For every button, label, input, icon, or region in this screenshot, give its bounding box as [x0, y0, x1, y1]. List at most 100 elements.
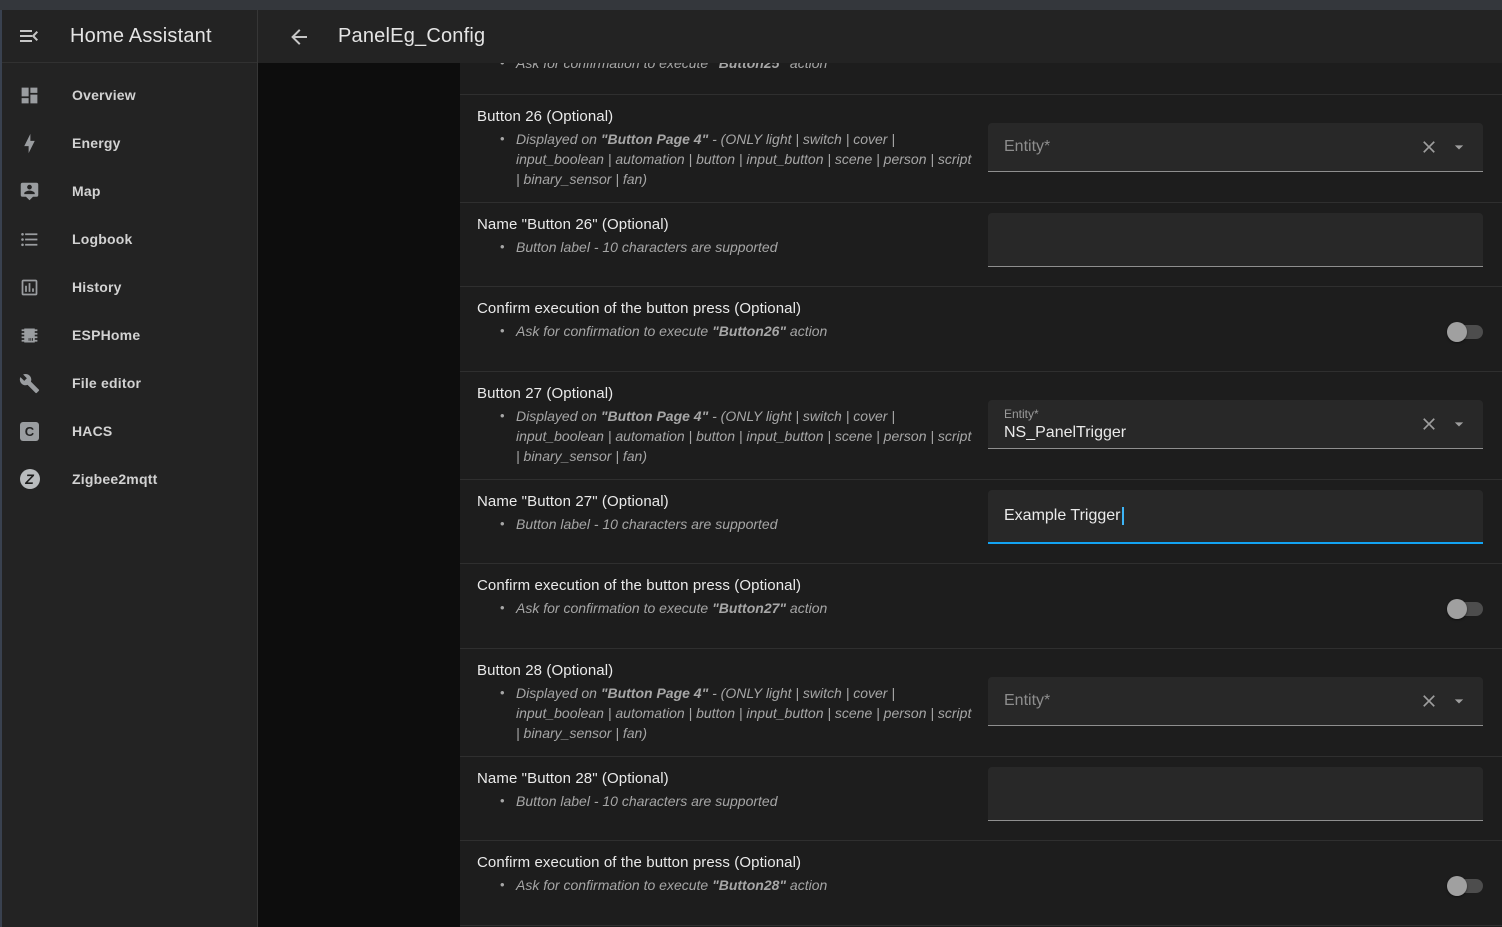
row-title: Confirm execution of the button press (O…	[477, 300, 974, 317]
sidebar-item-map[interactable]: Map	[0, 167, 257, 215]
row-title: Button 27 (Optional)	[477, 385, 974, 402]
row-description: Button label - 10 characters are support…	[477, 237, 974, 257]
config-row-button28-name: Name "Button 28" (Optional) Button label…	[460, 757, 1502, 841]
clear-icon[interactable]	[1419, 691, 1439, 711]
toggle-thumb[interactable]	[1447, 322, 1467, 342]
sidebar-item-hacs[interactable]: C HACS	[0, 407, 257, 455]
clear-icon[interactable]	[1419, 414, 1439, 434]
sidebar-item-logbook[interactable]: Logbook	[0, 215, 257, 263]
arrow-left-icon[interactable]	[287, 25, 311, 49]
row-text: Name "Button 28" (Optional) Button label…	[477, 757, 988, 840]
sidebar-item-zigbee2mqtt[interactable]: Z Zigbee2mqtt	[0, 455, 257, 503]
sidebar-item-esphome[interactable]: ESPHome	[0, 311, 257, 359]
hacs-icon: C	[19, 421, 40, 442]
sidebar-item-label: Zigbee2mqtt	[72, 471, 157, 487]
row-field-area: Example Trigger	[988, 480, 1483, 563]
row-description: Ask for confirmation to execute "Button2…	[477, 63, 1469, 73]
name-input-focused[interactable]: Example Trigger	[988, 490, 1483, 544]
row-description: Ask for confirmation to execute "Button2…	[477, 875, 974, 895]
window-left-edge	[0, 10, 2, 927]
confirm-toggle[interactable]	[1449, 602, 1483, 616]
sidebar-item-history[interactable]: History	[0, 263, 257, 311]
entity-placeholder: Entity*	[1004, 692, 1050, 709]
sidebar-item-label: History	[72, 279, 122, 295]
row-description: Displayed on "Button Page 4" - (ONLY lig…	[477, 683, 974, 743]
entity-picker[interactable]: Entity*	[988, 123, 1483, 172]
config-row-button28-confirm: Confirm execution of the button press (O…	[460, 841, 1502, 926]
row-text: Confirm execution of the button press (O…	[477, 841, 988, 925]
config-row-button28-entity: Button 28 (Optional) Displayed on "Butto…	[460, 649, 1502, 757]
row-description: Displayed on "Button Page 4" - (ONLY lig…	[477, 406, 974, 466]
config-row-button26-name: Name "Button 26" (Optional) Button label…	[460, 203, 1502, 287]
row-field-area	[988, 287, 1483, 371]
sidebar-item-overview[interactable]: Overview	[0, 71, 257, 119]
row-field-area: Entity* NS_PanelTrigger	[988, 372, 1483, 479]
sidebar-header: Home Assistant	[0, 10, 257, 63]
config-row-button27-name: Name "Button 27" (Optional) Button label…	[460, 480, 1502, 564]
hacs-icon-letter: C	[20, 422, 39, 441]
config-row-button26-entity: Button 26 (Optional) Displayed on "Butto…	[460, 95, 1502, 203]
sidebar: Home Assistant Overview Energy Map	[0, 10, 258, 927]
wrench-icon	[19, 373, 40, 394]
lightning-bolt-icon	[19, 133, 40, 154]
dropdown-caret-icon[interactable]	[1449, 691, 1469, 711]
sidebar-item-label: File editor	[72, 375, 141, 391]
page-header: PanelEg_Config	[258, 10, 1502, 63]
zigbee2mqtt-icon-letter: Z	[20, 469, 40, 489]
field-icons	[1419, 414, 1469, 434]
config-row-button27-confirm: Confirm execution of the button press (O…	[460, 564, 1502, 649]
sidebar-item-label: Overview	[72, 87, 136, 103]
sidebar-item-label: ESPHome	[72, 327, 140, 343]
confirm-toggle[interactable]	[1449, 879, 1483, 893]
sidebar-item-label: HACS	[72, 423, 112, 439]
entity-picker[interactable]: Entity* NS_PanelTrigger	[988, 400, 1483, 449]
chart-box-icon	[19, 277, 40, 298]
sidebar-item-label: Energy	[72, 135, 121, 151]
sidebar-item-file-editor[interactable]: File editor	[0, 359, 257, 407]
row-description: Ask for confirmation to execute "Button2…	[477, 598, 974, 618]
row-title: Button 26 (Optional)	[477, 108, 974, 125]
row-description: Displayed on "Button Page 4" - (ONLY lig…	[477, 129, 974, 189]
row-field-area: Entity*	[988, 649, 1483, 756]
entity-picker[interactable]: Entity*	[988, 677, 1483, 726]
zigbee2mqtt-icon: Z	[19, 469, 40, 490]
sidebar-nav: Overview Energy Map Logbook	[0, 63, 257, 503]
clear-icon[interactable]	[1419, 137, 1439, 157]
entity-field-label: Entity*	[1004, 407, 1419, 421]
sidebar-item-energy[interactable]: Energy	[0, 119, 257, 167]
page-title: PanelEg_Config	[338, 25, 485, 48]
row-field-area: Entity*	[988, 95, 1483, 202]
row-text: Confirm execution of the button press (O…	[477, 564, 988, 648]
row-title: Name "Button 28" (Optional)	[477, 770, 974, 787]
toggle-thumb[interactable]	[1447, 876, 1467, 896]
row-text: Button 26 (Optional) Displayed on "Butto…	[477, 95, 988, 202]
name-input[interactable]	[988, 213, 1483, 267]
row-field-area	[988, 564, 1483, 648]
name-input[interactable]	[988, 767, 1483, 821]
config-row-confirm-button25: Ask for confirmation to execute "Button2…	[460, 63, 1502, 95]
row-title: Name "Button 26" (Optional)	[477, 216, 974, 233]
row-description: Ask for confirmation to execute "Button2…	[477, 321, 974, 341]
row-title: Name "Button 27" (Optional)	[477, 493, 974, 510]
row-description: Button label - 10 characters are support…	[477, 514, 974, 534]
app-title: Home Assistant	[70, 25, 212, 48]
entity-field-value: NS_PanelTrigger	[1004, 424, 1419, 442]
row-description: Button label - 10 characters are support…	[477, 791, 974, 811]
sidebar-item-label: Logbook	[72, 231, 133, 247]
app: Home Assistant Overview Energy Map	[0, 10, 1502, 927]
content: Ask for confirmation to execute "Button2…	[258, 63, 1502, 927]
name-input-value: Example Trigger	[1004, 507, 1121, 525]
row-title: Confirm execution of the button press (O…	[477, 577, 974, 594]
confirm-toggle[interactable]	[1449, 325, 1483, 339]
dropdown-caret-icon[interactable]	[1449, 137, 1469, 157]
row-title: Confirm execution of the button press (O…	[477, 854, 974, 871]
field-icons	[1419, 137, 1469, 157]
row-field-area	[988, 757, 1483, 840]
list-bulleted-icon	[19, 229, 40, 250]
row-field-area	[988, 203, 1483, 286]
tooltip-account-icon	[19, 181, 40, 202]
sidebar-toggle-icon[interactable]	[17, 24, 41, 48]
toggle-thumb[interactable]	[1447, 599, 1467, 619]
dropdown-caret-icon[interactable]	[1449, 414, 1469, 434]
row-title: Button 28 (Optional)	[477, 662, 974, 679]
